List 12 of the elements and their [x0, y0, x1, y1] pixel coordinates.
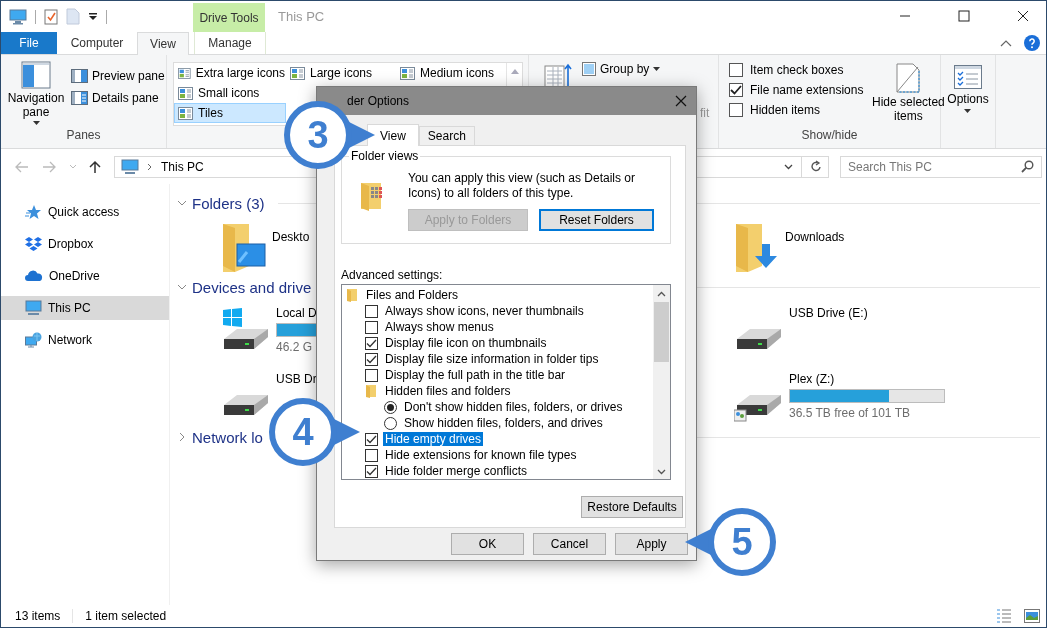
context-tab-header: Drive Tools: [193, 3, 265, 32]
free-space-text: 36.5 TB free of 101 TB: [789, 406, 910, 420]
dialog-title: der Options: [347, 94, 411, 108]
selection-status: 1 item selected: [85, 609, 167, 623]
free-space-text: 46.2 G: [276, 340, 313, 354]
group-label: Show/hide: [801, 128, 858, 144]
window-title: This PC: [277, 8, 325, 26]
group-label: Panes: [66, 128, 101, 144]
group-legend: Folder views: [349, 149, 421, 163]
folder-views-description: You can apply this view (such as Details or Icons) to all folders of this type.: [408, 171, 636, 201]
item-count: 13 items: [15, 609, 61, 623]
advanced-settings-label: Advanced settings:: [341, 268, 444, 282]
